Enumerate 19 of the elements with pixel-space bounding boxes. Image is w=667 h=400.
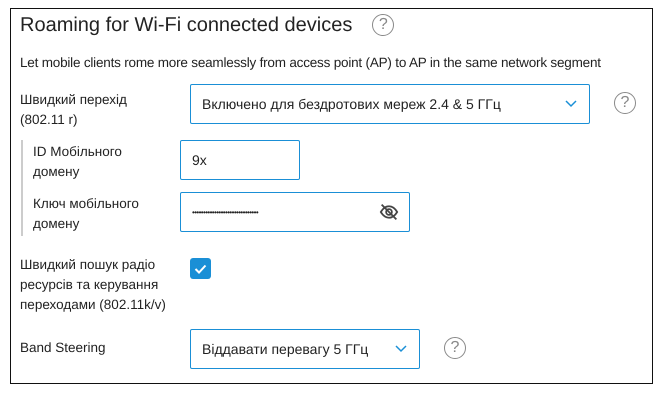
- password-field[interactable]: ••••••••••••••••••••••••••••••: [180, 192, 410, 232]
- description: Let mobile clients rome more seamlessly from access point (AP) to AP in the same network segment: [20, 55, 602, 70]
- eye-slash-icon[interactable]: [379, 203, 399, 221]
- help-icon[interactable]: ?: [444, 337, 466, 359]
- dropdown[interactable]: Включено для бездротових мереж 2.4 & 5 ГГц: [190, 84, 590, 124]
- field-label: Band Steering: [20, 339, 107, 357]
- section-title: Roaming for Wi-Fi connected devices: [20, 14, 352, 36]
- field-label: ID Мобільного домену: [32, 143, 123, 181]
- help-icon[interactable]: ?: [614, 92, 636, 114]
- chevron-down-icon: [395, 345, 407, 353]
- field-label: Швидкий перехід (802.11 r): [20, 91, 128, 129]
- checkbox[interactable]: [190, 258, 211, 279]
- help-icon[interactable]: ?: [372, 14, 394, 36]
- dropdown[interactable]: Віддавати перевагу 5 ГГц: [190, 329, 420, 369]
- input-field[interactable]: 9x: [180, 140, 300, 180]
- field-label: Швидкий пошук радіо ресурсів та керування переходами (802.11k/v): [20, 256, 167, 314]
- field-label: Ключ мобільного домену: [32, 195, 140, 233]
- chevron-down-icon: [565, 100, 577, 108]
- checkmark-icon: [194, 264, 207, 274]
